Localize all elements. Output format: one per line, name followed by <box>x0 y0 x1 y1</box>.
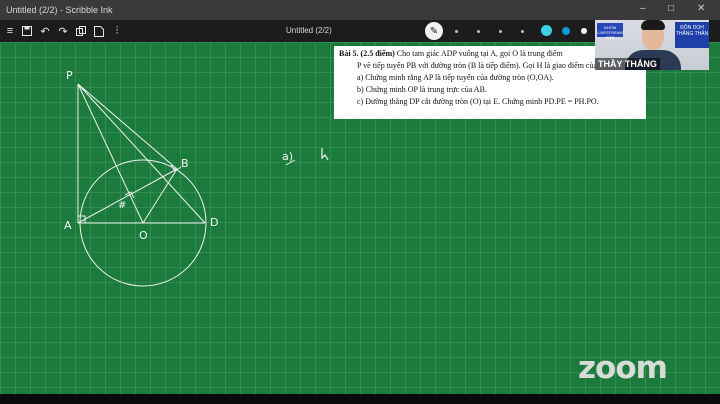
zoom-logo: zoom <box>578 350 668 386</box>
label-point-a: A <box>64 219 72 232</box>
segment-ab <box>77 168 178 224</box>
problem-part-a: a) Chứng minh rằng AP là tiếp tuyến của … <box>357 73 554 82</box>
problem-part-b: b) Chứng minh OP là trung trực của AB. <box>357 85 487 94</box>
problem-line-1: Cho tam giác ADP vuông tại A, gọi O là t… <box>396 49 563 58</box>
mouse-cursor-icon <box>321 148 329 161</box>
label-point-d: D <box>210 216 219 229</box>
segment-pd <box>77 83 206 224</box>
problem-part-c: c) Đường thẳng DP cắt đường tròn (O) tại… <box>357 97 599 106</box>
label-point-b: B <box>181 157 189 170</box>
presenter-hair <box>641 20 665 30</box>
webcam-overlay: NHÓM LIVESTREAM HỌC RÔN DỌH THẮNG THÂN T… <box>595 20 709 70</box>
webcam-card: NHÓM LIVESTREAM HỌC <box>597 23 623 40</box>
label-point-h-mark: # <box>118 200 127 211</box>
presenter-name: THẦY THẮNG <box>595 58 660 70</box>
segment-po <box>77 83 144 224</box>
label-point-o: O <box>139 229 148 242</box>
annotation-a: a) <box>282 150 294 163</box>
problem-heading: Bài 5. (2.5 điểm) <box>339 49 395 58</box>
segment-ob <box>142 168 178 224</box>
webcam-banner: RÔN DỌH THẮNG THÂN <box>675 22 709 48</box>
label-point-p: P <box>66 69 73 82</box>
segment-pb <box>77 83 178 170</box>
bottom-bar <box>0 394 720 404</box>
